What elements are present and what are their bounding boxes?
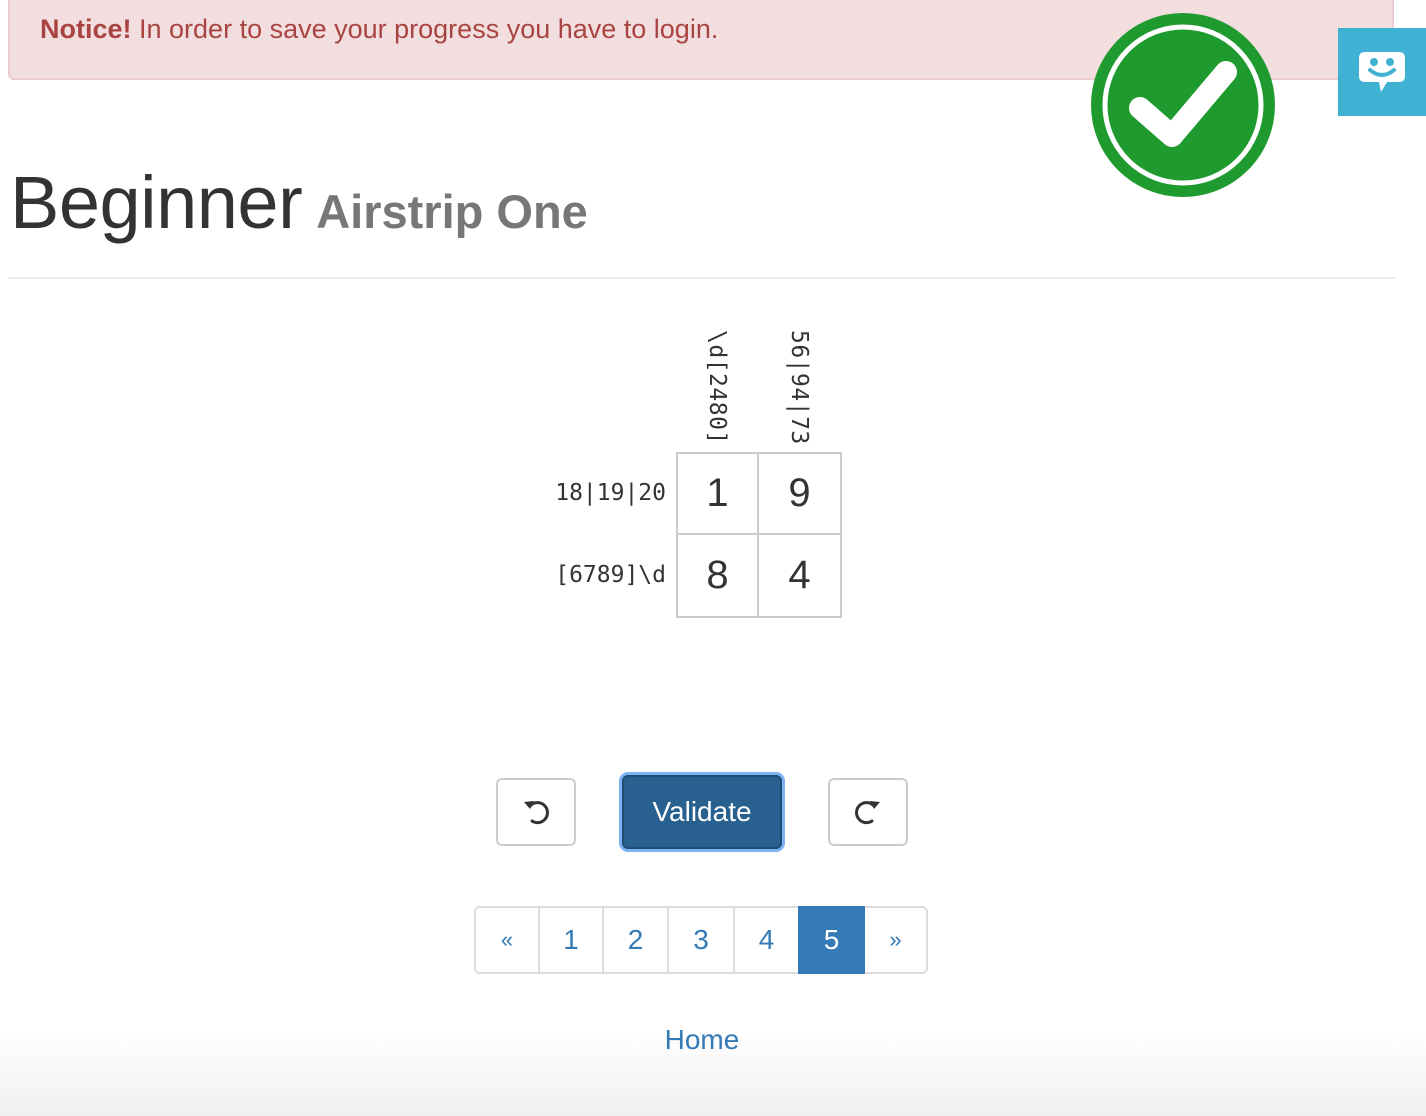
row-clue-1: 18|19|20 [555, 480, 666, 506]
smiley-chat-icon [1359, 52, 1405, 92]
success-checkmark-icon [1088, 10, 1278, 200]
notice-message: In order to save your progress you have … [131, 14, 719, 44]
column-clue-text: 56|94|73 [786, 330, 812, 445]
title-divider [8, 277, 1396, 279]
redo-icon [855, 801, 880, 825]
grid-cell[interactable]: 1 [678, 454, 759, 535]
grid-cell[interactable]: 9 [759, 454, 840, 535]
grid-cell[interactable]: 4 [759, 535, 840, 616]
feedback-chat-button[interactable] [1338, 28, 1426, 116]
validate-button[interactable]: Validate [622, 775, 782, 849]
column-clue-text: \d[2480] [704, 330, 730, 445]
level-title: Beginner [10, 161, 303, 244]
notice-label: Notice! [40, 14, 132, 44]
column-clue-1: \d[2480] [676, 330, 758, 445]
row-clue-2: [6789]\d [555, 562, 666, 588]
pagination-next[interactable]: » [863, 906, 928, 974]
pagination-previous[interactable]: « [474, 906, 540, 974]
pagination-page-5[interactable]: 5 [798, 906, 865, 974]
pagination-page-3[interactable]: 3 [667, 906, 735, 974]
level-pagination: « 1 2 3 4 5 » [474, 906, 928, 974]
puzzle-grid: 1 9 8 4 [676, 452, 842, 618]
column-clue-2: 56|94|73 [758, 330, 840, 445]
grid-cell[interactable]: 8 [678, 535, 759, 616]
home-link[interactable]: Home [0, 1024, 1404, 1056]
redo-button[interactable] [828, 778, 908, 846]
puzzle-name: Airstrip One [316, 185, 588, 238]
pagination-page-1[interactable]: 1 [538, 906, 604, 974]
puzzle-page: Notice! In order to save your progress y… [0, 0, 1426, 1116]
page-title: Beginner Airstrip One [10, 160, 588, 245]
undo-button[interactable] [496, 778, 576, 846]
pagination-page-2[interactable]: 2 [602, 906, 669, 974]
pagination-page-4[interactable]: 4 [733, 906, 800, 974]
undo-icon [524, 801, 549, 825]
